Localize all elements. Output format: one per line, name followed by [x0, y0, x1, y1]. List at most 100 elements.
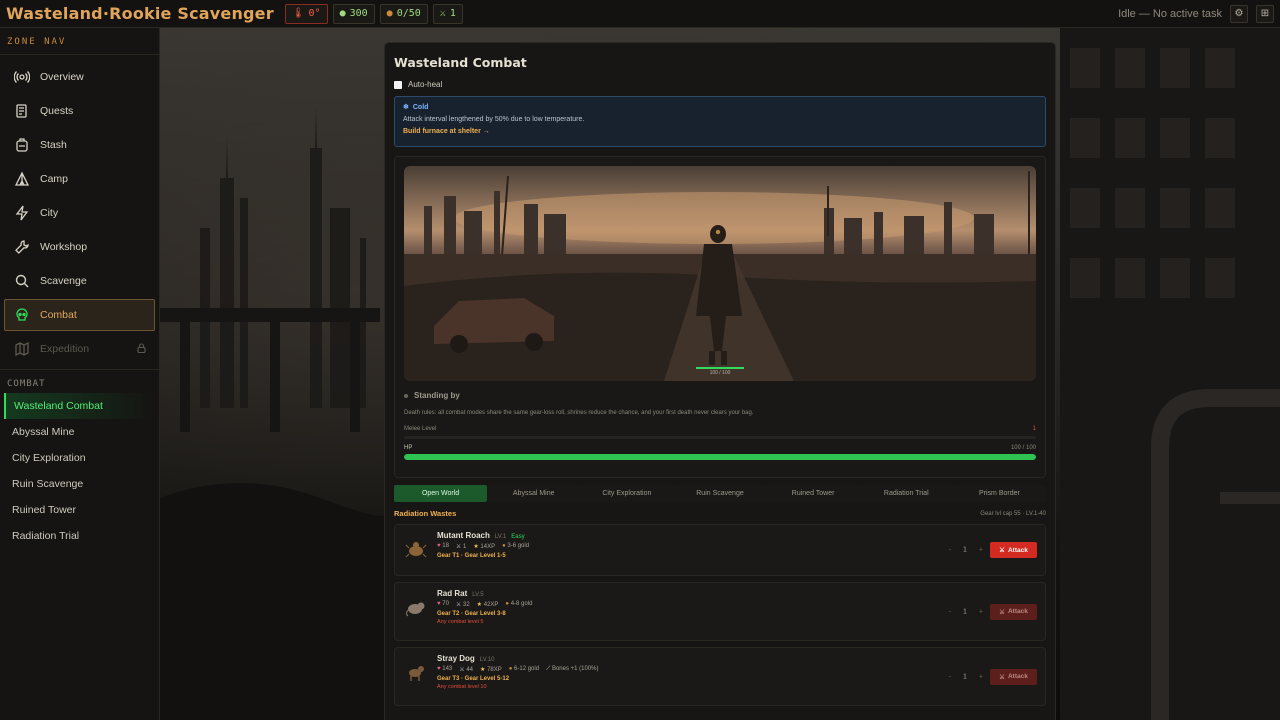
quantity-value[interactable]: 1 — [963, 673, 967, 680]
settings-button[interactable]: ⚙ — [1230, 4, 1248, 23]
sidebar-item-stash[interactable]: Stash — [4, 129, 155, 161]
enemy-gold: 4-8 gold — [510, 601, 533, 607]
sidebar-item-label: Scavenge — [40, 275, 87, 287]
enemy-requirement: Any combat level 5 — [437, 619, 484, 625]
tab-ruin-scavenge[interactable]: Ruin Scavenge — [673, 485, 767, 502]
enemy-gold: 6-12 gold — [514, 666, 540, 672]
sidebar-item-label: Overview — [40, 71, 84, 83]
enemy-xp: 14XP — [480, 544, 496, 550]
coin-icon: ● — [502, 543, 506, 549]
hp-row: HP 100 / 100 — [404, 445, 1036, 451]
sidebar-item-camp[interactable]: Camp — [4, 163, 155, 195]
swords-icon: ⚔ — [455, 544, 462, 550]
sub-item-ruin-scavenge[interactable]: Ruin Scavenge — [0, 471, 159, 497]
star-icon: ★ — [473, 544, 479, 550]
swords-icon: ⚔ — [455, 602, 462, 608]
tent-icon — [13, 170, 31, 188]
sub-item-ruined-tower[interactable]: Ruined Tower — [0, 497, 159, 523]
enemy-requirement: Any combat level 10 — [437, 684, 487, 690]
sidebar-item-label: Expedition — [40, 343, 90, 355]
gold-chip: ● 300 — [332, 3, 375, 24]
sidebar: ZONE NAV Overview Quests Stash Camp City… — [0, 28, 160, 720]
tab-city-exploration[interactable]: City Exploration — [580, 485, 674, 502]
attack-label: Attack — [1007, 608, 1028, 615]
gold-value: 300 — [349, 8, 368, 19]
sub-item-abyssal-mine[interactable]: Abyssal Mine — [0, 419, 159, 445]
sub-item-wasteland-combat[interactable]: Wasteland Combat — [4, 393, 155, 419]
player-hp-mini: 100 / 100 — [696, 367, 744, 376]
autoheal-toggle[interactable]: Auto-heal — [394, 80, 1046, 89]
top-bar: Wasteland·Rookie Scavenger 🌡 0° ● 300 ● … — [0, 0, 1280, 28]
quantity-stepper: - 1 + — [949, 547, 983, 554]
tab-open-world[interactable]: Open World — [394, 485, 488, 502]
sub-item-city-exploration[interactable]: City Exploration — [0, 445, 159, 471]
enemy-attack: 1 — [462, 544, 467, 550]
autoheal-checkbox[interactable] — [394, 80, 402, 89]
quantity-value[interactable]: 1 — [963, 547, 967, 554]
skull-icon — [13, 306, 31, 324]
tab-ruined-tower[interactable]: Ruined Tower — [766, 485, 860, 502]
melee-level-label: Melee Level — [404, 426, 437, 432]
roach-icon — [405, 538, 427, 560]
enemy-attack: 32 — [462, 602, 470, 608]
backpack-icon — [13, 136, 31, 154]
enemy-stats: ♥ 18 ⚔ 1 ★ 14XP ● 3-6 gold — [437, 543, 1037, 550]
thermometer-icon: 🌡 — [291, 8, 305, 19]
quantity-stepper: - 1 + — [949, 608, 983, 615]
enemy-card: Mutant Roach LV.1 Easy ♥ 18 ⚔ 1 ★ 14XP ●… — [394, 524, 1046, 576]
attack-button[interactable]: ⚔ Attack — [990, 668, 1037, 685]
notice-title: Cold — [412, 103, 429, 111]
combat-level-value: 1 — [449, 8, 456, 19]
decrement-button[interactable]: - — [949, 608, 951, 615]
sidebar-item-overview[interactable]: Overview — [4, 61, 155, 93]
increment-button[interactable]: + — [979, 673, 983, 680]
search-icon — [13, 272, 31, 290]
tab-radiation-trial[interactable]: Radiation Trial — [859, 485, 953, 502]
bolt-icon — [13, 204, 31, 222]
enemy-level: LV.1 — [494, 534, 507, 540]
enemy-gear: Gear T3 · Gear Level 5-12 — [437, 676, 510, 682]
tab-abyssal-mine[interactable]: Abyssal Mine — [487, 485, 581, 502]
increment-button[interactable]: + — [979, 547, 983, 554]
decrement-button[interactable]: - — [949, 673, 951, 680]
sub-item-radiation-trial[interactable]: Radiation Trial — [0, 523, 159, 549]
sidebar-item-workshop[interactable]: Workshop — [4, 231, 155, 263]
dog-icon — [405, 661, 427, 683]
increment-button[interactable]: + — [979, 608, 983, 615]
enemy-hp: 143 — [442, 666, 453, 672]
temperature-value: 0° — [308, 8, 321, 19]
mode-tabs: Open World Abyssal Mine City Exploration… — [394, 485, 1046, 502]
attack-label: Attack — [1007, 673, 1028, 680]
quantity-value[interactable]: 1 — [963, 608, 967, 615]
enemy-level: LV.5 — [472, 592, 484, 598]
wrench-icon — [13, 238, 31, 256]
lock-icon — [137, 343, 146, 355]
sidebar-item-combat[interactable]: Combat — [4, 299, 155, 331]
layout-button[interactable]: ⊞ — [1256, 4, 1274, 23]
enemy-xp: 78XP — [487, 667, 502, 673]
sidebar-item-label: City — [40, 207, 59, 219]
build-furnace-link[interactable]: Build furnace at shelter → — [403, 128, 1037, 135]
attack-button[interactable]: ⚔ Attack — [990, 542, 1037, 558]
melee-level-value: 1 — [1032, 426, 1036, 432]
sidebar-item-city[interactable]: City — [4, 197, 155, 229]
sidebar-item-label: Stash — [40, 139, 67, 151]
sidebar-item-expedition[interactable]: Expedition — [4, 333, 155, 365]
swords-icon: ⚔ — [459, 667, 465, 673]
tab-prism-border[interactable]: Prism Border — [952, 485, 1046, 502]
hp-bar-fill — [404, 454, 1036, 460]
battle-area: 100 / 100 Standing by Death rules: all c… — [394, 156, 1046, 478]
enemy-name: Rad Rat — [437, 589, 468, 598]
enemy-hp: 70 — [442, 601, 449, 607]
enemy-name: Mutant Roach — [437, 531, 490, 540]
decrement-button[interactable]: - — [949, 547, 951, 554]
star-icon: ★ — [476, 602, 483, 608]
melee-level-row: Melee Level 1 — [404, 426, 1036, 432]
attack-label: Attack — [1007, 546, 1028, 554]
sidebar-item-scavenge[interactable]: Scavenge — [4, 265, 155, 297]
sidebar-item-quests[interactable]: Quests — [4, 95, 155, 127]
bag-chip: ● 0/50 — [379, 3, 428, 24]
enemy-drop: Bones +1 (100%) — [551, 666, 599, 672]
heart-icon: ♥ — [437, 666, 441, 672]
attack-button[interactable]: ⚔ Attack — [990, 603, 1037, 620]
